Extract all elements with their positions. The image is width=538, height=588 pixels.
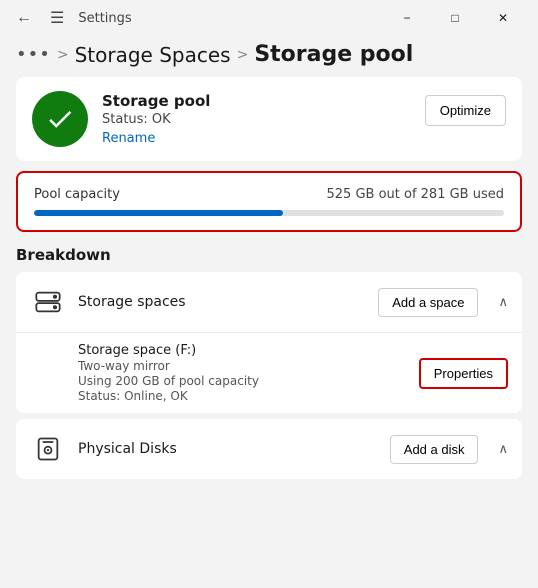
breadcrumb-storage-spaces[interactable]: Storage Spaces (75, 43, 231, 67)
pool-status-icon (32, 91, 88, 147)
storage-space-name: Storage space (F:) (78, 343, 407, 358)
physical-disks-card: Physical Disks Add a disk ∧ (16, 419, 522, 479)
capacity-label-row: Pool capacity 525 GB out of 281 GB used (34, 187, 504, 202)
breadcrumb-dots[interactable]: ••• (16, 44, 51, 65)
storage-space-line1: Two-way mirror (78, 359, 407, 373)
breadcrumb: ••• > Storage Spaces > Storage pool (0, 36, 538, 77)
physical-disks-label: Physical Disks (78, 441, 378, 457)
storage-space-item: Storage space (F:) Two-way mirror Using … (16, 332, 522, 413)
title-bar: ← ☰ Settings − □ ✕ (0, 0, 538, 36)
physical-disks-chevron[interactable]: ∧ (498, 442, 508, 457)
back-button[interactable]: ← (12, 5, 36, 31)
pool-status: Status: OK (102, 112, 411, 127)
title-bar-left: ← ☰ Settings (12, 4, 132, 32)
maximize-button[interactable]: □ (432, 2, 478, 34)
progress-bar-background (34, 210, 504, 216)
storage-spaces-label: Storage spaces (78, 294, 366, 310)
storage-spaces-icon (30, 284, 66, 320)
capacity-label: Pool capacity (34, 187, 120, 202)
checkmark-icon (45, 104, 75, 134)
rename-link[interactable]: Rename (102, 131, 155, 146)
storage-space-line3: Status: Online, OK (78, 389, 407, 403)
physical-disks-icon (30, 431, 66, 467)
storage-spaces-header: Storage spaces Add a space ∧ (16, 272, 522, 332)
breadcrumb-sep-1: > (57, 47, 69, 63)
drives-icon (34, 288, 62, 316)
menu-button[interactable]: ☰ (46, 4, 68, 32)
capacity-value: 525 GB out of 281 GB used (327, 187, 505, 202)
minimize-button[interactable]: − (384, 2, 430, 34)
storage-spaces-card: Storage spaces Add a space ∧ Storage spa… (16, 272, 522, 413)
optimize-button[interactable]: Optimize (425, 95, 506, 126)
app-title: Settings (78, 11, 131, 26)
close-button[interactable]: ✕ (480, 2, 526, 34)
pool-name: Storage pool (102, 92, 411, 110)
content-area: Storage pool Status: OK Rename Optimize … (0, 77, 538, 501)
breakdown-title: Breakdown (16, 246, 522, 264)
storage-spaces-chevron[interactable]: ∧ (498, 295, 508, 310)
pool-info: Storage pool Status: OK Rename (102, 92, 411, 146)
physical-disks-header: Physical Disks Add a disk ∧ (16, 419, 522, 479)
properties-button[interactable]: Properties (419, 358, 508, 389)
pool-header-card: Storage pool Status: OK Rename Optimize (16, 77, 522, 161)
capacity-card: Pool capacity 525 GB out of 281 GB used (16, 171, 522, 232)
add-space-button[interactable]: Add a space (378, 288, 478, 317)
breadcrumb-current: Storage pool (254, 42, 413, 67)
disk-icon (34, 435, 62, 463)
storage-space-info: Storage space (F:) Two-way mirror Using … (78, 343, 407, 403)
progress-bar-fill (34, 210, 283, 216)
breadcrumb-sep-2: > (237, 47, 249, 63)
window-controls: − □ ✕ (384, 2, 526, 34)
add-disk-button[interactable]: Add a disk (390, 435, 479, 464)
storage-space-line2: Using 200 GB of pool capacity (78, 374, 407, 388)
